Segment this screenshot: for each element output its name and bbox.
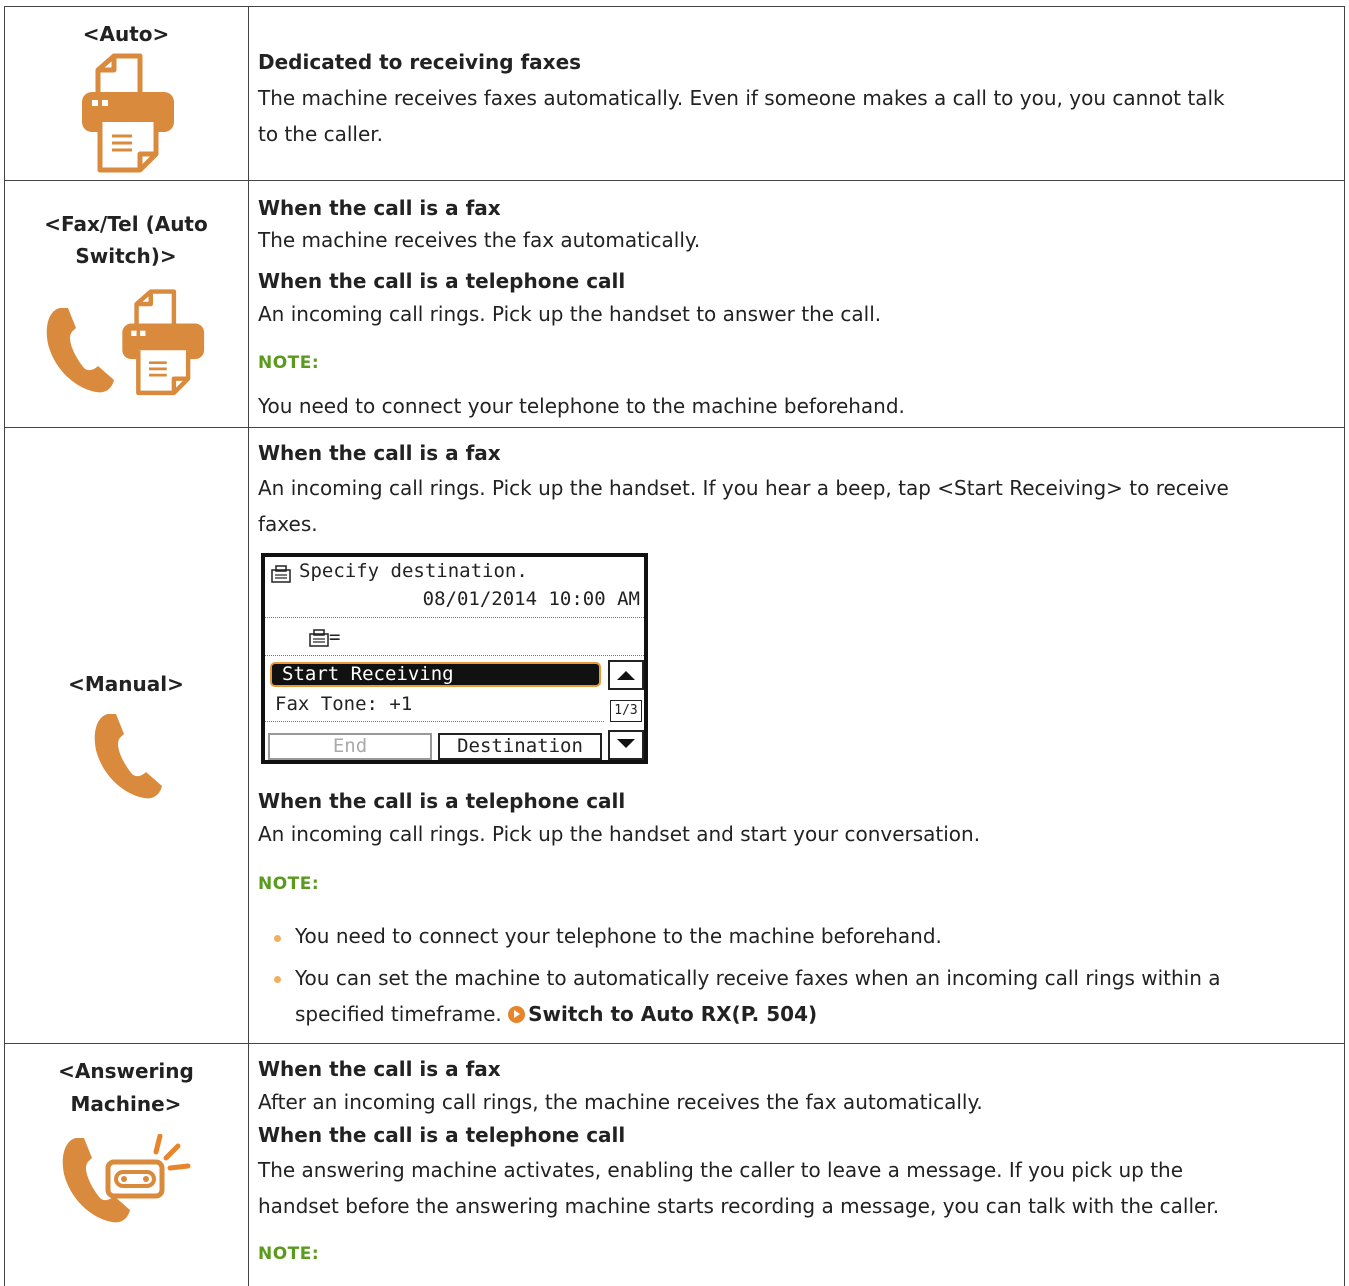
manual-fax-text-line1: An incoming call rings. Pick up the hand… [258,476,1229,500]
mode-answering-label-line2: Machine> [70,1092,182,1116]
mode-faxtel-label-line2: Switch)> [75,244,177,268]
lcd-fax-number-field[interactable]: = [329,626,644,648]
mode-manual-label: <Manual> [68,672,184,696]
manual-note-label: NOTE: [258,874,320,894]
manual-note-bullet2-line2: specified timeframe. Switch to Auto RX(P… [295,998,817,1030]
lcd-separator [265,655,644,656]
bullet-dot [274,935,281,942]
faxtel-tel-heading: When the call is a telephone call [258,269,626,293]
fax-machine-icon [82,53,174,173]
answering-tel-text-line2: handset before the answering machine sta… [258,1194,1220,1218]
scroll-down-button[interactable] [608,730,644,760]
mode-auto-label: <Auto> [82,22,170,46]
page-indicator: 1/3 [610,700,642,722]
fax-machine-icon [122,289,205,396]
start-receiving-button[interactable]: Start Receiving [270,662,601,687]
manual-note-bullet2-text: specified timeframe. [295,1002,502,1026]
manual-fax-text-line2: faxes. [258,512,318,536]
faxtel-fax-heading: When the call is a fax [258,196,501,220]
auto-text-line1: The machine receives faxes automatically… [258,86,1225,110]
mode-faxtel-label-line1: <Fax/Tel (Auto [44,212,208,236]
fax-tone-item[interactable]: Fax Tone: +1 [275,693,644,715]
faxtel-note-text: You need to connect your telephone to th… [258,394,905,418]
manual-fax-heading: When the call is a fax [258,441,501,465]
answering-note-label: NOTE: [258,1244,320,1264]
control-panel-screen: Specify destination. 08/01/2014 10:00 AM… [261,553,648,764]
column-divider [248,6,249,1286]
row-divider [4,427,1345,428]
lcd-separator [265,617,644,618]
faxtel-fax-text: The machine receives the fax automatical… [258,228,701,252]
down-arrow-icon [617,739,635,748]
manual-note-bullet2-line1: You can set the machine to automatically… [295,966,1221,990]
destination-button[interactable]: Destination [438,733,602,760]
link-arrow-icon [508,1006,526,1023]
manual-tel-heading: When the call is a telephone call [258,789,626,813]
telephone-handset-icon [94,714,162,799]
auto-text-line2: to the caller. [258,122,384,146]
answering-fax-heading: When the call is a fax [258,1057,501,1081]
auto-heading: Dedicated to receiving faxes [258,50,582,74]
fax-number-icon [309,629,329,647]
answering-tel-heading: When the call is a telephone call [258,1123,626,1147]
row-divider [4,180,1345,181]
up-arrow-icon [617,671,635,680]
row-divider [4,1043,1345,1044]
lcd-title: Specify destination. [299,560,528,582]
fax-icon [271,565,291,583]
answering-fax-text: After an incoming call rings, the machin… [258,1090,983,1114]
faxtel-note-label: NOTE: [258,353,320,373]
bullet-dot [274,976,281,983]
mode-answering-label-line1: <Answering [58,1059,194,1083]
lcd-separator [265,721,604,722]
end-button[interactable]: End [268,733,432,760]
faxtel-tel-text: An incoming call rings. Pick up the hand… [258,302,882,326]
switch-to-auto-rx-link[interactable]: Switch to Auto RX(P. 504) [528,1002,817,1026]
telephone-handset-icon [46,308,114,393]
scroll-up-button[interactable] [608,660,644,690]
answering-machine-icon [105,1134,191,1199]
lcd-datetime: 08/01/2014 10:00 AM [422,588,640,610]
manual-note-bullet1: You need to connect your telephone to th… [295,924,942,948]
answering-tel-text-line1: The answering machine activates, enablin… [258,1158,1184,1182]
manual-tel-text: An incoming call rings. Pick up the hand… [258,822,981,846]
